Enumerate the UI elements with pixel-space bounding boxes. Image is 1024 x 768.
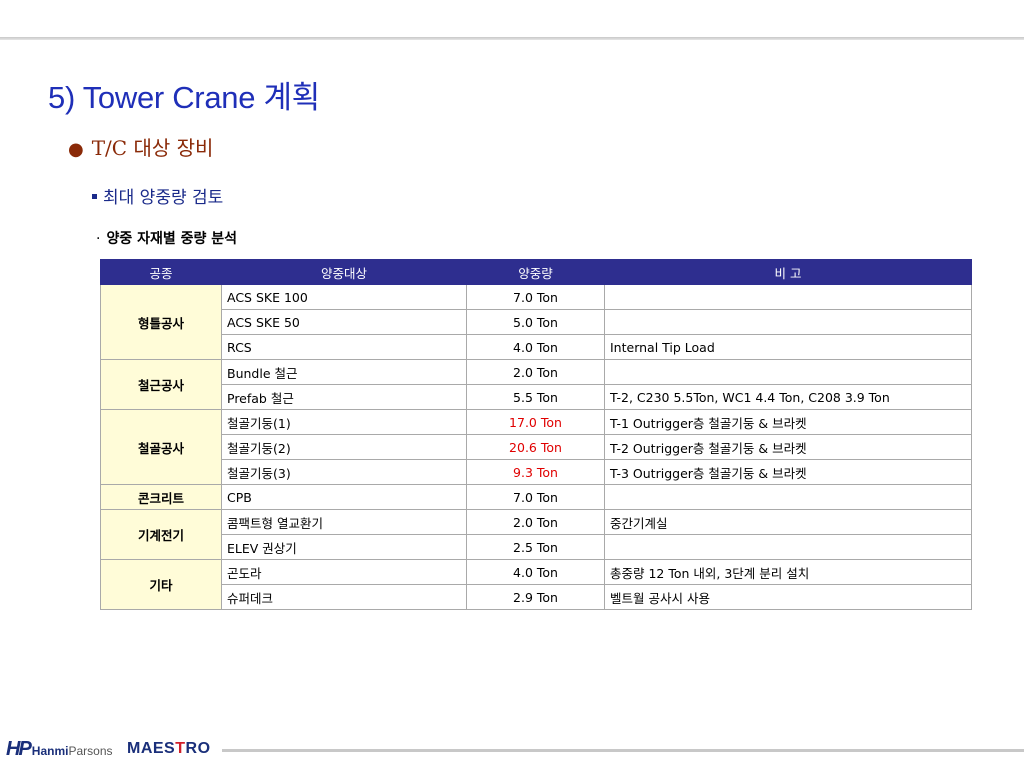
lift-target-cell: 슈퍼데크 (221, 584, 467, 610)
top-divider (0, 37, 1024, 40)
table-caption-text: 양중 자재별 중량 분석 (106, 231, 237, 247)
remarks-cell (604, 484, 972, 510)
page-title: 5) Tower Crane 계획 (48, 80, 320, 115)
lift-weight-cell: 5.5 Ton (466, 384, 605, 410)
trade-cell: 콘크리트 (100, 484, 222, 510)
lift-weight-cell: 7.0 Ton (466, 284, 605, 310)
table-caption: · 양중 자재별 중량 분석 (96, 228, 237, 248)
remarks-cell: 총중량 12 Ton 내외, 3단계 분리 설치 (604, 559, 972, 585)
header-lift-target: 양중대상 (221, 259, 467, 285)
table-row: 철골기둥(3) 9.3 Ton T-3 Outrigger층 철골기둥 & 브라켓 (101, 459, 972, 485)
square-bullet-icon (92, 193, 97, 199)
lift-target-cell: RCS (221, 334, 467, 360)
table-body: 형틀공사 ACS SKE 100 7.0 Ton ACS SKE 50 5.0 Ton R… (100, 284, 972, 610)
remarks-cell: T-2, C230 5.5Ton, WC1 4.4 Ton, C208 3.9 … (604, 384, 972, 410)
lift-weight-cell: 2.0 Ton (466, 509, 605, 535)
remarks-cell: 중간기계실 (604, 509, 972, 535)
subsection-heading: 최대 양중량 검토 (92, 183, 223, 208)
remarks-cell: T-3 Outrigger층 철골기둥 & 브라켓 (604, 459, 972, 485)
trade-cell: 기계전기 (100, 509, 222, 560)
table-row: 콘크리트 CPB 7.0 Ton (100, 484, 972, 510)
remarks-cell (604, 534, 972, 560)
lift-weight-cell: 2.9 Ton (466, 584, 605, 610)
lift-weight-cell: 4.0 Ton (466, 559, 605, 585)
table-row: 형틀공사 ACS SKE 100 7.0 Ton (100, 284, 972, 360)
lift-weight-cell: 2.5 Ton (466, 534, 605, 560)
lift-weight-cell: 4.0 Ton (466, 334, 605, 360)
lift-weight-cell: 5.0 Ton (466, 309, 605, 335)
lift-target-cell: 철골기둥(2) (221, 434, 467, 460)
subsection-heading-text: 최대 양중량 검토 (103, 188, 224, 208)
trade-cell: 기타 (100, 559, 222, 610)
trade-cell: 철골공사 (100, 409, 222, 485)
lift-target-cell: ELEV 권상기 (221, 534, 467, 560)
maestro-logo: MAESTRO (127, 740, 211, 757)
lift-weight-cell: 9.3 Ton (466, 459, 605, 485)
lift-weight-cell: 20.6 Ton (466, 434, 605, 460)
circle-bullet-icon: ● (68, 139, 84, 160)
footer-divider (222, 749, 1024, 752)
table-row: 철골공사 철골기둥(1) 17.0 Ton T-1 Outrigger층 철골기둥 &… (100, 409, 972, 485)
lift-target-cell: 콤팩트형 열교환기 (221, 509, 467, 535)
lifting-weight-table: 공종 양중대상 양중량 비 고 형틀공사 ACS SKE 100 7.0 Ton AC… (100, 259, 972, 610)
lift-weight-cell: 17.0 Ton (466, 409, 605, 435)
remarks-cell (604, 359, 972, 385)
lift-target-cell: ACS SKE 50 (221, 309, 467, 335)
table-row: Prefab 철근 5.5 Ton T-2, C230 5.5Ton, WC1 4.… (101, 384, 972, 410)
trade-cell: 철근공사 (100, 359, 222, 410)
table-row: RCS 4.0 Ton Internal Tip Load (101, 334, 972, 360)
table-row: 철근공사 Bundle 철근 2.0 Ton (100, 359, 972, 410)
remarks-cell (604, 284, 972, 310)
remarks-cell: T-2 Outrigger층 철골기둥 & 브라켓 (604, 434, 972, 460)
section-heading: ● T/C 대상 장비 (68, 132, 213, 161)
header-lift-weight: 양중량 (466, 259, 605, 285)
lift-weight-cell: 2.0 Ton (466, 359, 605, 385)
lift-target-cell: 곤도라 (221, 559, 467, 585)
lift-target-cell: CPB (221, 484, 467, 510)
table-header-row: 공종 양중대상 양중량 비 고 (100, 259, 972, 285)
table-row: ACS SKE 50 5.0 Ton (101, 309, 972, 335)
hp-logo-mark: HP (6, 738, 32, 760)
trade-cell: 형틀공사 (100, 284, 222, 360)
table-row: 철골기둥(2) 20.6 Ton T-2 Outrigger층 철골기둥 & 브라켓 (101, 434, 972, 460)
remarks-cell: T-1 Outrigger층 철골기둥 & 브라켓 (604, 409, 972, 435)
table-row: 기타 곤도라 4.0 Ton 총중량 12 Ton 내외, 3단계 분리 설치 (100, 559, 972, 610)
hanmi-parsons-logo: HP HanmiParsons (6, 738, 113, 760)
header-remarks: 비 고 (604, 259, 972, 285)
table-row: 기계전기 콤팩트형 열교환기 2.0 Ton 중간기계실 (100, 509, 972, 560)
section-heading-text: T/C 대상 장비 (91, 136, 214, 160)
lift-target-cell: Bundle 철근 (221, 359, 467, 385)
lift-target-cell: 철골기둥(1) (221, 409, 467, 435)
lift-target-cell: ACS SKE 100 (221, 284, 467, 310)
remarks-cell: 벨트월 공사시 사용 (604, 584, 972, 610)
remarks-cell: Internal Tip Load (604, 334, 972, 360)
lift-weight-cell: 7.0 Ton (466, 484, 605, 510)
table-row: 슈퍼데크 2.9 Ton 벨트월 공사시 사용 (101, 584, 972, 610)
header-trade: 공종 (100, 259, 222, 285)
table-row: ELEV 권상기 2.5 Ton (101, 534, 972, 560)
lift-target-cell: 철골기둥(3) (221, 459, 467, 485)
lift-target-cell: Prefab 철근 (221, 384, 467, 410)
remarks-cell (604, 309, 972, 335)
dot-bullet-icon: · (96, 231, 101, 247)
